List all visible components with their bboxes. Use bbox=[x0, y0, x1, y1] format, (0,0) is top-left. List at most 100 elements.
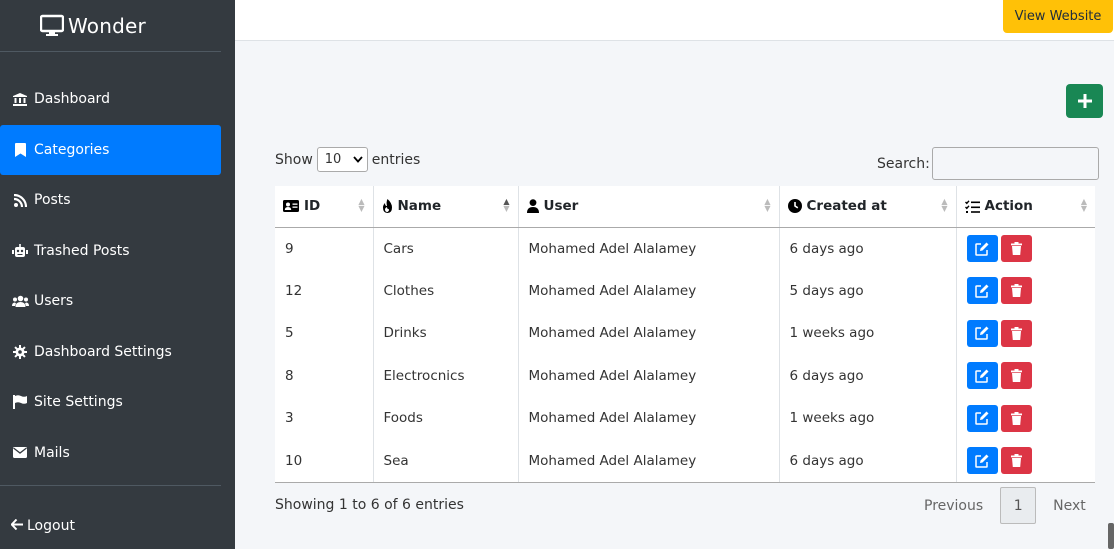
clock-icon bbox=[787, 199, 802, 214]
table-row: 5 Drinks Mohamed Adel Alalamey 1 weeks a… bbox=[275, 312, 1095, 355]
column-header-user[interactable]: User ▲ ▼ bbox=[518, 186, 780, 228]
edit-button[interactable] bbox=[966, 277, 998, 305]
trash-icon bbox=[1010, 284, 1022, 298]
plus-icon bbox=[1077, 89, 1092, 114]
logout-link[interactable]: Logout bbox=[10, 518, 75, 534]
arrow-left-icon bbox=[10, 518, 23, 534]
sidebar-item-label: Trashed Posts bbox=[34, 242, 130, 259]
edit-button[interactable] bbox=[966, 319, 998, 347]
cell-actions bbox=[956, 270, 1095, 313]
sort-indicator-icon: ▲ ▼ bbox=[941, 197, 948, 213]
table-row: 9 Cars Mohamed Adel Alalamey 6 days ago bbox=[275, 227, 1095, 270]
table-info: Showing 1 to 6 of 6 entries bbox=[275, 497, 464, 513]
search-input[interactable] bbox=[931, 147, 1099, 180]
cell-created: 6 days ago bbox=[779, 354, 957, 397]
bank-icon bbox=[11, 92, 29, 106]
cell-created: 1 weeks ago bbox=[779, 397, 957, 440]
column-label: ID bbox=[304, 198, 321, 215]
table-row: 12 Clothes Mohamed Adel Alalamey 5 days … bbox=[275, 269, 1095, 313]
sidebar-item-dashboard-settings[interactable]: Dashboard Settings bbox=[0, 327, 221, 377]
page-length-control: Show 10 entries bbox=[275, 147, 420, 172]
robot-icon bbox=[11, 244, 29, 257]
sidebar-item-dashboard[interactable]: Dashboard bbox=[0, 74, 221, 124]
cell-id: 5 bbox=[275, 312, 374, 355]
show-label: Show bbox=[275, 151, 313, 168]
previous-page-button[interactable]: Previous bbox=[907, 498, 1000, 514]
scrollbar-handle[interactable] bbox=[1108, 523, 1114, 549]
column-header-created-at[interactable]: Created at ▲ ▼ bbox=[779, 186, 957, 228]
sidebar-item-label: Site Settings bbox=[34, 394, 123, 410]
brand[interactable]: Wonder bbox=[0, 0, 221, 52]
sidebar-item-label: Posts bbox=[34, 192, 71, 208]
page-length-select[interactable]: 10 bbox=[316, 147, 368, 172]
trash-icon bbox=[1010, 454, 1022, 467]
cell-created: 1 weeks ago bbox=[779, 312, 957, 355]
brand-name: Wonder bbox=[68, 13, 146, 38]
sidebar: Wonder Dashboard Categories Posts Trashe… bbox=[0, 0, 235, 549]
add-category-button[interactable] bbox=[1066, 84, 1103, 118]
edit-button[interactable] bbox=[966, 362, 998, 390]
edit-icon bbox=[975, 411, 989, 425]
table-row: 10 Sea Mohamed Adel Alalamey 6 days ago bbox=[275, 439, 1095, 483]
flag-icon bbox=[11, 395, 29, 409]
column-label: Action bbox=[984, 198, 1033, 215]
sidebar-item-label: Users bbox=[34, 293, 74, 309]
edit-button[interactable] bbox=[966, 235, 998, 262]
delete-button[interactable] bbox=[1000, 277, 1032, 305]
user-icon bbox=[526, 199, 539, 214]
page-button-1[interactable]: 1 bbox=[1000, 487, 1037, 524]
cell-created: 5 days ago bbox=[779, 269, 957, 312]
logout-label: Logout bbox=[27, 518, 75, 534]
envelope-icon bbox=[11, 447, 29, 458]
monitor-icon bbox=[40, 14, 64, 36]
sidebar-item-categories[interactable]: Categories bbox=[0, 124, 221, 175]
cell-id: 8 bbox=[275, 354, 374, 397]
edit-button[interactable] bbox=[966, 447, 998, 474]
sidebar-divider bbox=[0, 485, 221, 486]
cell-actions bbox=[956, 312, 1095, 355]
edit-icon bbox=[975, 454, 989, 468]
sidebar-nav: Dashboard Categories Posts Trashed Posts… bbox=[0, 74, 235, 478]
page-length-value: 10 bbox=[324, 152, 342, 167]
edit-icon bbox=[975, 242, 989, 256]
delete-button[interactable] bbox=[1000, 404, 1032, 432]
cell-name: Electrocnics bbox=[373, 354, 519, 397]
view-website-button[interactable]: View Website bbox=[1003, 0, 1113, 33]
table-row: 3 Foods Mohamed Adel Alalamey 1 weeks ag… bbox=[275, 397, 1095, 440]
column-header-action[interactable]: Action ▲ ▼ bbox=[956, 186, 1095, 228]
cell-user: Mohamed Adel Alalamey bbox=[518, 439, 780, 483]
fire-icon bbox=[382, 199, 393, 214]
delete-button[interactable] bbox=[1000, 447, 1032, 474]
search-label: Search: bbox=[877, 155, 930, 172]
table-header-row: ID ▲ ▼ Name ▲ ▼ User ▲ ▼ Created at ▲ ▼ … bbox=[275, 186, 1095, 228]
column-header-id[interactable]: ID ▲ ▼ bbox=[275, 186, 374, 228]
bookmark-icon bbox=[11, 142, 29, 157]
sidebar-item-site-settings[interactable]: Site Settings bbox=[0, 377, 221, 427]
sidebar-item-label: Mails bbox=[34, 444, 70, 461]
next-page-button[interactable]: Next bbox=[1036, 498, 1100, 514]
sidebar-item-trashed-posts[interactable]: Trashed Posts bbox=[0, 226, 221, 276]
sidebar-item-users[interactable]: Users bbox=[0, 276, 221, 326]
cell-name: Drinks bbox=[373, 312, 519, 355]
cell-user: Mohamed Adel Alalamey bbox=[518, 269, 780, 312]
delete-button[interactable] bbox=[1000, 235, 1032, 262]
cell-actions bbox=[956, 355, 1095, 398]
cell-actions bbox=[956, 397, 1095, 440]
cell-user: Mohamed Adel Alalamey bbox=[518, 354, 780, 397]
cell-actions bbox=[956, 439, 1095, 483]
column-label: User bbox=[543, 198, 579, 215]
edit-button[interactable] bbox=[966, 404, 998, 432]
table-row: 8 Electrocnics Mohamed Adel Alalamey 6 d… bbox=[275, 354, 1095, 398]
delete-button[interactable] bbox=[1000, 362, 1032, 390]
sort-indicator-icon: ▲ ▼ bbox=[764, 197, 771, 213]
delete-button[interactable] bbox=[1000, 319, 1032, 347]
sidebar-item-posts[interactable]: Posts bbox=[0, 175, 221, 225]
cell-actions bbox=[956, 227, 1095, 270]
sort-indicator-icon: ▲ ▼ bbox=[1080, 197, 1087, 213]
sort-indicator-icon: ▲ ▼ bbox=[503, 197, 510, 213]
cell-name: Foods bbox=[373, 397, 519, 440]
sidebar-item-mails[interactable]: Mails bbox=[0, 428, 221, 478]
gear-icon bbox=[11, 344, 29, 359]
pagination: Previous 1 Next bbox=[907, 487, 1100, 524]
column-header-name[interactable]: Name ▲ ▼ bbox=[373, 186, 519, 228]
